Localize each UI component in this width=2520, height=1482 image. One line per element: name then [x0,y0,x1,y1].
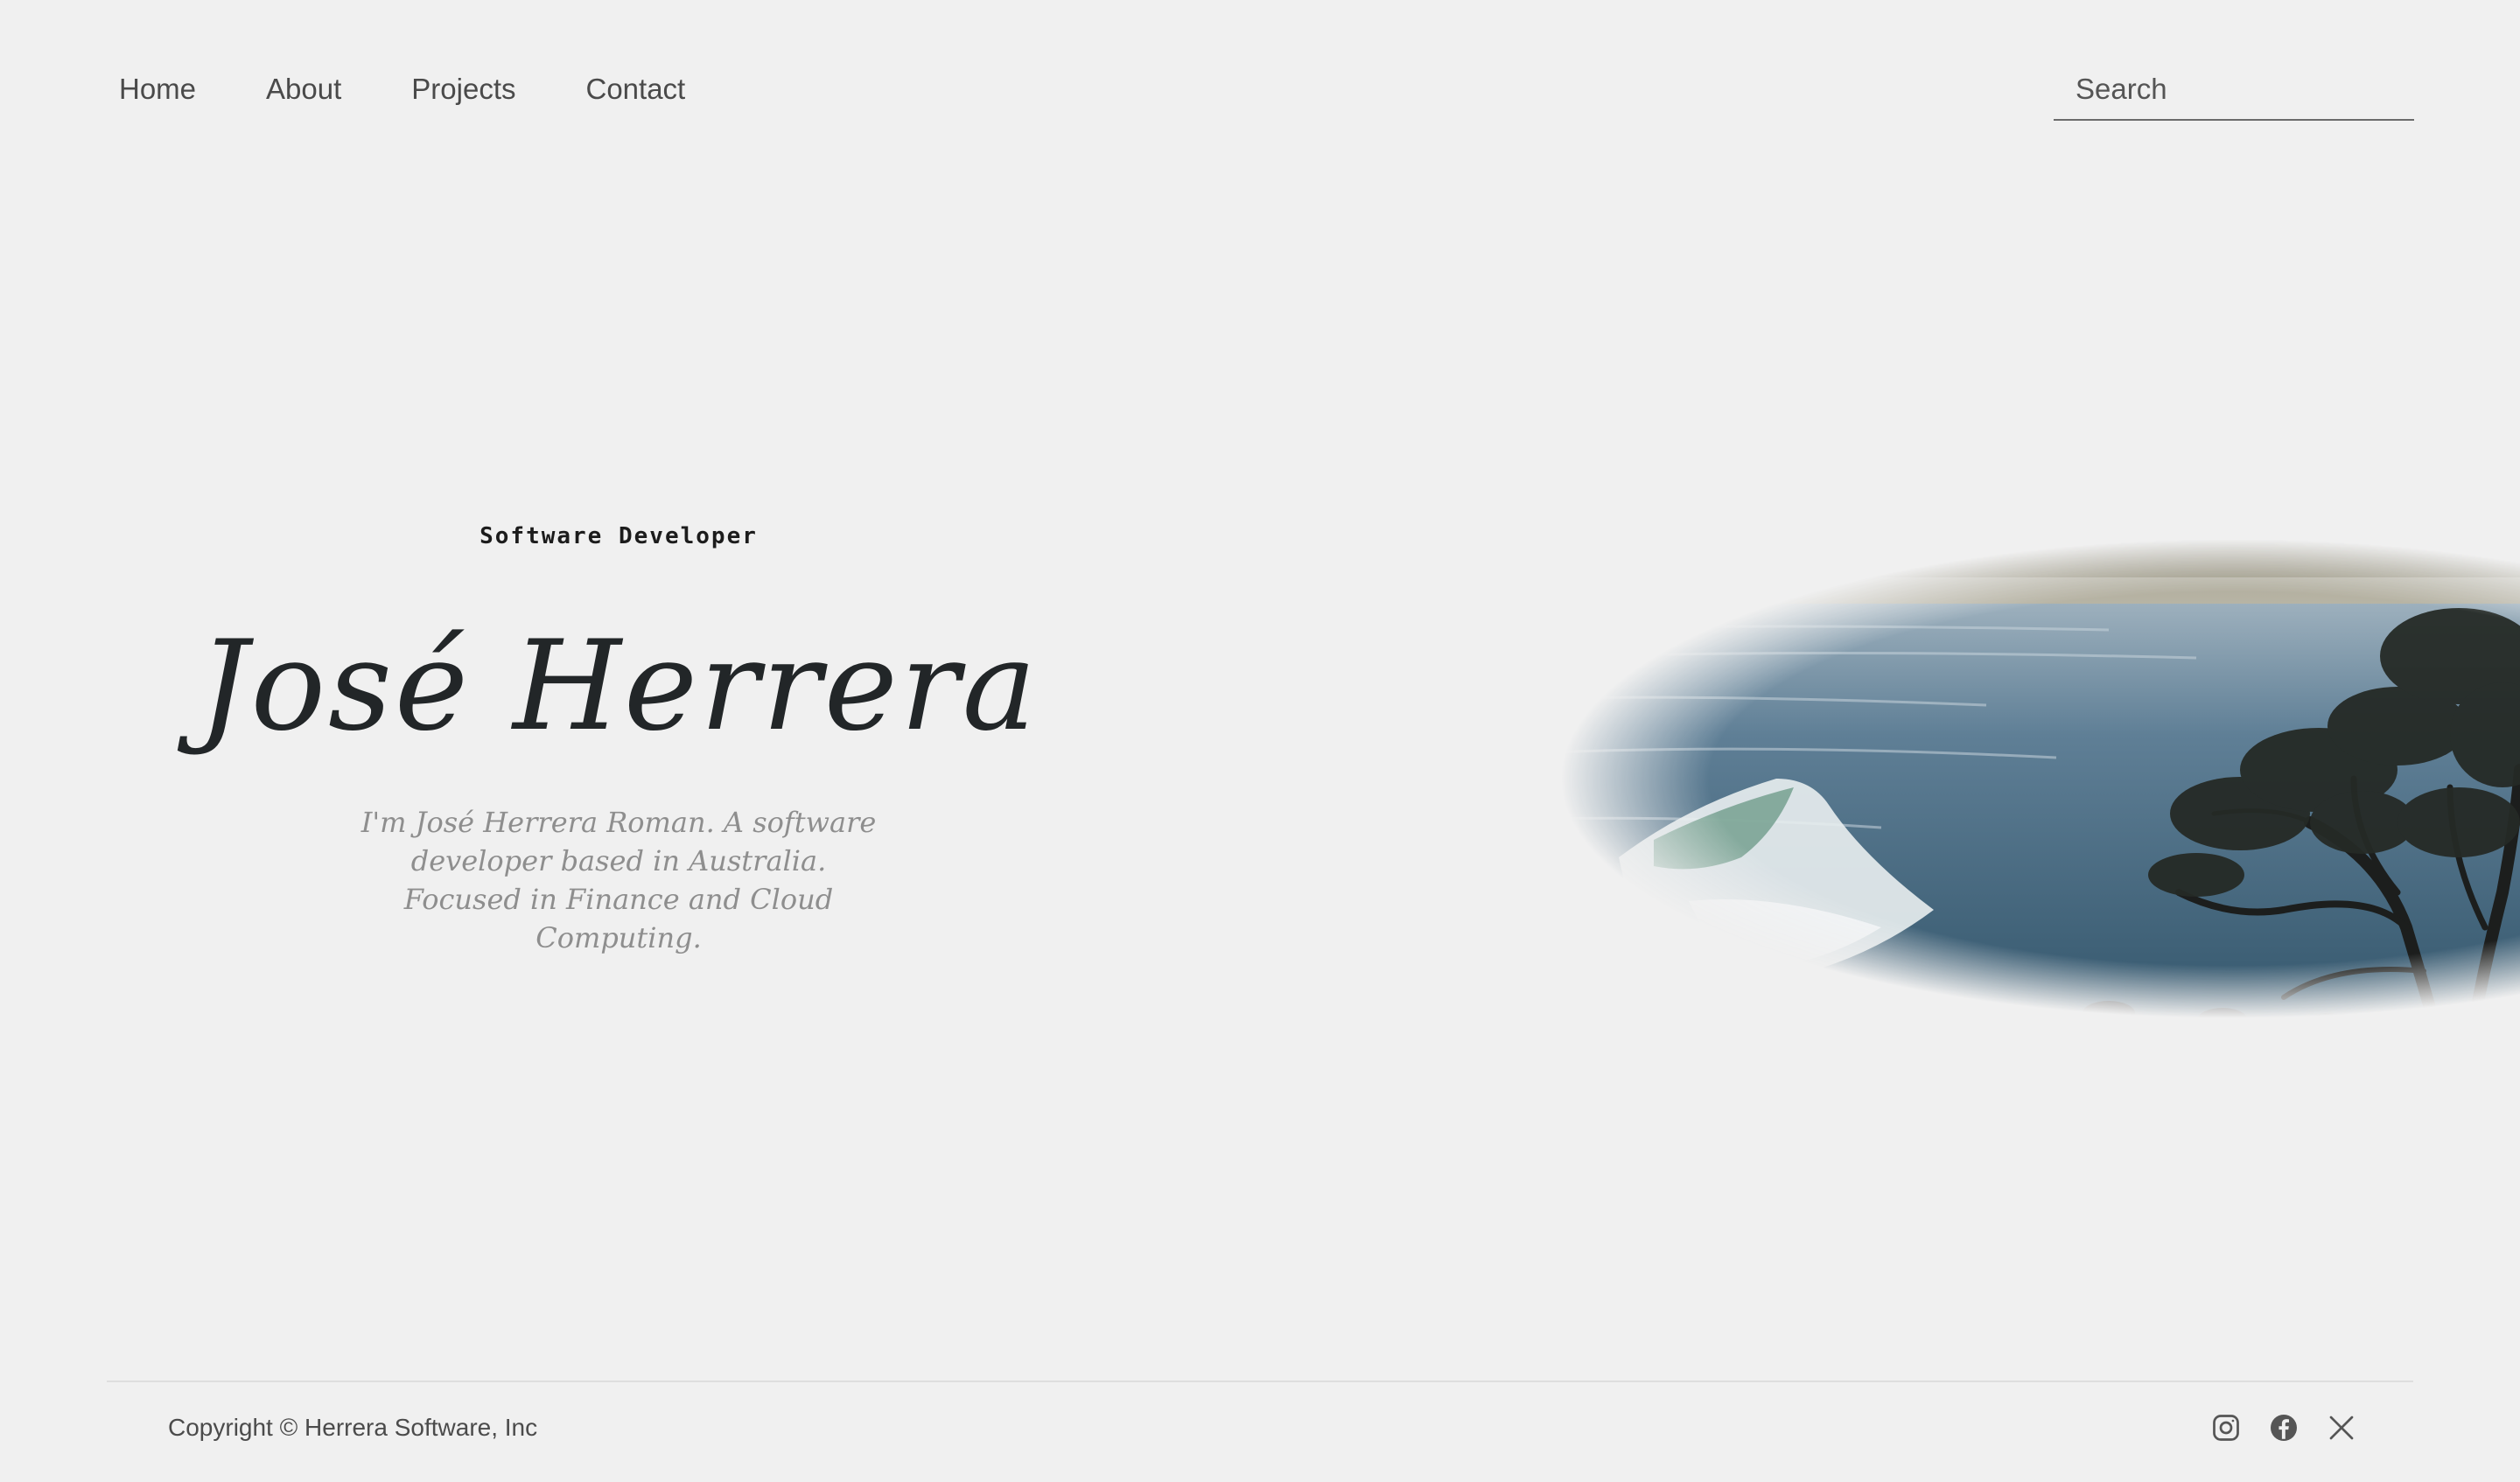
hero-bio: I'm José Herrera Roman. A software devel… [360,806,877,954]
nav-contact-link[interactable]: Contact [586,63,686,115]
search-box [2054,63,2414,121]
hero-subtitle: Software Developer [480,523,758,549]
nav-projects-link[interactable]: Projects [411,63,515,115]
hero-name: José Herrera [198,614,1040,758]
social-links [2210,1412,2357,1444]
coastal-landscape-photo [1321,367,2520,1190]
facebook-icon[interactable] [2268,1412,2300,1444]
instagram-icon[interactable] [2210,1412,2242,1444]
main-nav: Home About Projects Contact [119,63,755,115]
footer-copyright: Copyright © Herrera Software, Inc [168,1414,538,1441]
x-icon[interactable] [2326,1412,2357,1444]
nav-about-link[interactable]: About [266,63,341,115]
nav-home-link[interactable]: Home [119,63,196,115]
footer-divider [107,1381,2413,1382]
search-input[interactable] [2054,63,2414,115]
hero-image [1321,367,2520,1190]
